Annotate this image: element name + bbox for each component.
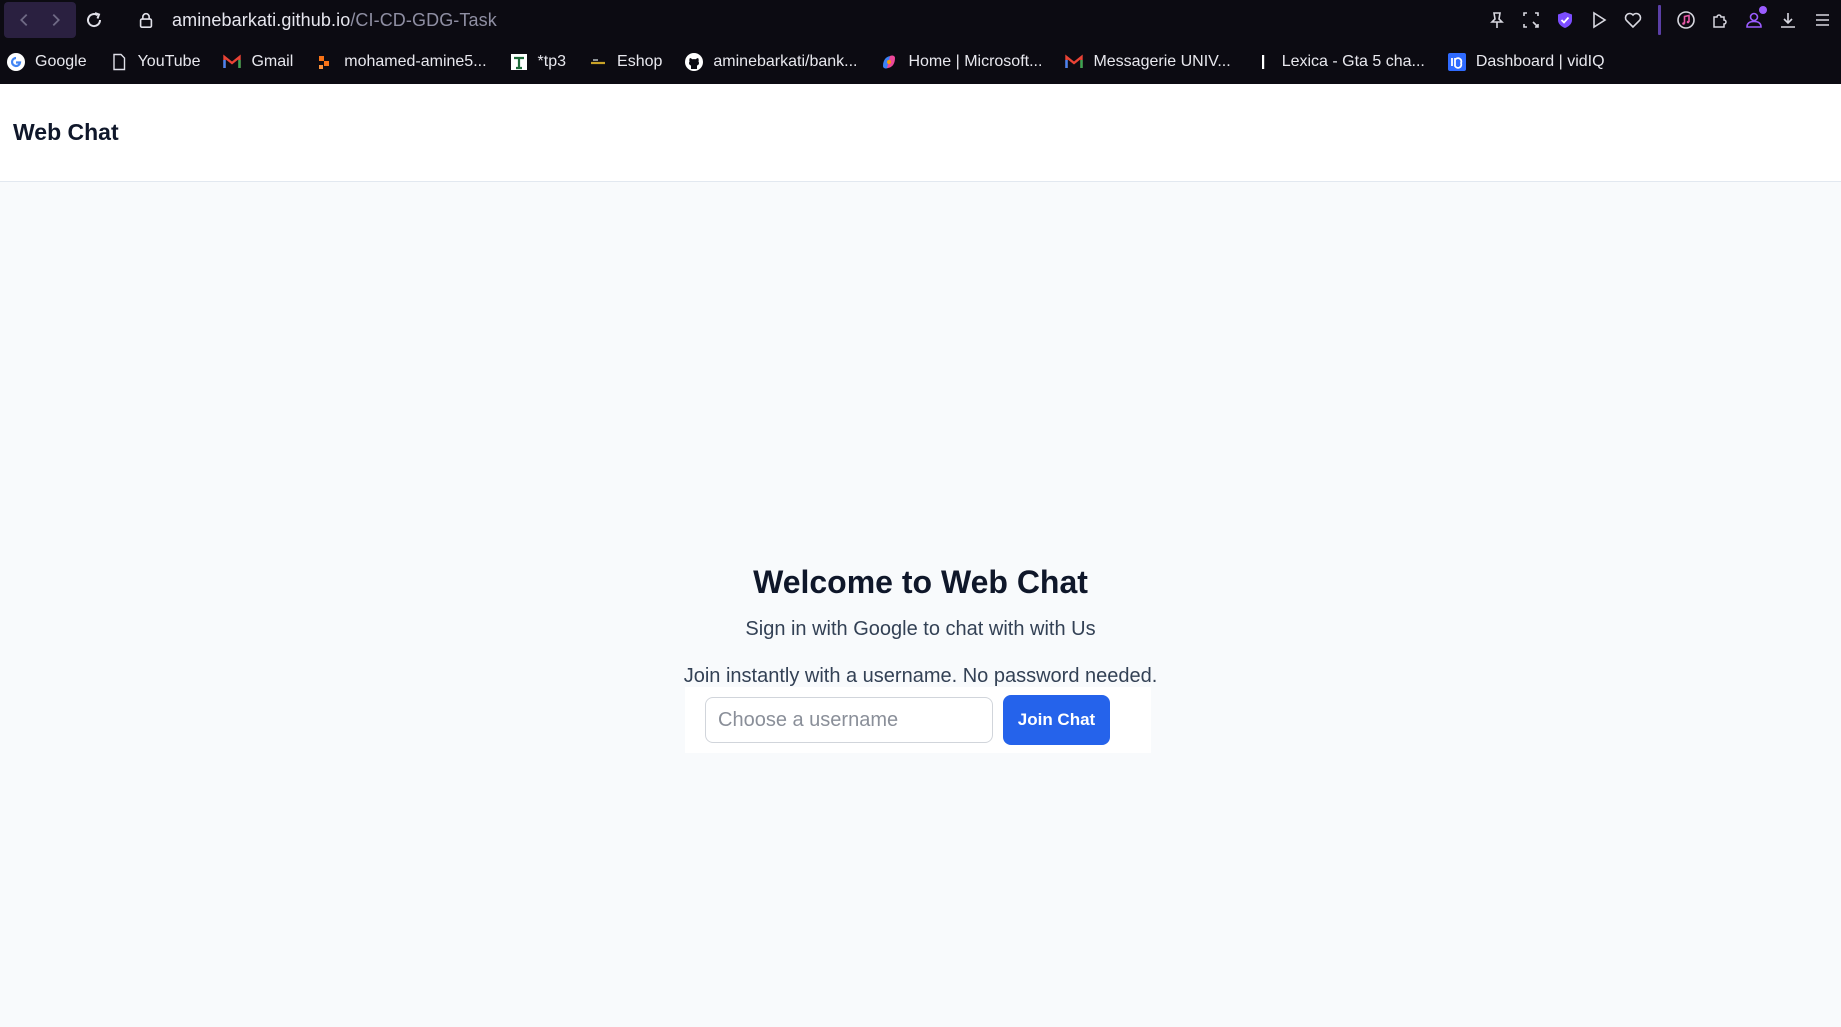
browser-chrome: aminebarkati.github.io/CI-CD-GDG-Task Go… xyxy=(0,0,1841,84)
pin-button[interactable] xyxy=(1484,6,1510,34)
back-button[interactable] xyxy=(10,6,38,34)
bookmark-label: Messagerie UNIV... xyxy=(1093,53,1231,70)
music-button[interactable] xyxy=(1673,6,1699,34)
puzzle-icon xyxy=(1713,14,1727,28)
site-info-button[interactable] xyxy=(132,6,160,34)
bookmark-gmail[interactable]: Gmail xyxy=(222,52,305,72)
download-icon xyxy=(1781,13,1795,28)
bookmark-label: Eshop xyxy=(617,53,663,70)
bookmark-github[interactable]: aminebarkati/bank... xyxy=(684,52,869,72)
copilot-icon xyxy=(879,52,899,72)
heart-icon xyxy=(1624,12,1642,29)
google-signin-text: Sign in with Google to chat with with Us xyxy=(745,618,1096,640)
welcome-section: Welcome to Web Chat Sign in with Google … xyxy=(0,558,1841,691)
join-chat-button[interactable]: Join Chat xyxy=(1003,695,1110,745)
app-header: Web Chat xyxy=(0,84,1841,182)
browser-toolbar: aminebarkati.github.io/CI-CD-GDG-Task xyxy=(0,0,1841,40)
music-icon xyxy=(1677,11,1695,29)
profile-button[interactable] xyxy=(1741,6,1767,34)
toolbar-separator xyxy=(1658,5,1661,35)
bookmark-messagerie[interactable]: Messagerie UNIV... xyxy=(1064,52,1242,72)
downloads-button[interactable] xyxy=(1775,6,1801,34)
bookmark-label: YouTube xyxy=(137,53,201,70)
bookmark-google[interactable]: Google xyxy=(6,52,99,72)
play-icon xyxy=(1593,11,1607,29)
gmail-icon xyxy=(222,52,242,72)
bookmark-vidiq[interactable]: Dashboard | vidIQ xyxy=(1447,52,1617,72)
tp3-icon xyxy=(509,52,529,72)
bookmark-label: Google xyxy=(35,53,87,70)
reload-icon xyxy=(87,12,102,28)
chevron-right-icon xyxy=(52,13,60,27)
bookmark-tp3[interactable]: *tp3 xyxy=(509,52,578,72)
bookmark-label: Dashboard | vidIQ xyxy=(1475,53,1605,70)
bookmark-label: *tp3 xyxy=(537,53,567,70)
bookmark-label: mohamed-amine5... xyxy=(344,53,487,70)
extensions-button[interactable] xyxy=(1707,6,1733,34)
toolbar-icons xyxy=(1484,4,1835,36)
bookmark-microsoft[interactable]: Home | Microsoft... xyxy=(879,52,1054,72)
screenshot-button[interactable] xyxy=(1518,6,1544,34)
bookmark-label: Home | Microsoft... xyxy=(908,53,1043,70)
notification-dot xyxy=(1759,6,1767,14)
vidiq-icon xyxy=(1447,52,1467,72)
welcome-title: Welcome to Web Chat xyxy=(753,564,1088,600)
main-content: Welcome to Web Chat Sign in with Google … xyxy=(0,182,1841,1027)
app-icon xyxy=(315,52,335,72)
pin-icon xyxy=(1490,12,1504,28)
shield-icon xyxy=(1558,12,1572,28)
page-icon xyxy=(109,52,129,72)
bookmark-youtube[interactable]: YouTube xyxy=(109,52,213,72)
reload-button[interactable] xyxy=(78,4,110,36)
url-host: aminebarkati.github.io xyxy=(172,9,351,30)
bookmark-eshop[interactable]: Eshop xyxy=(588,52,674,72)
play-button[interactable] xyxy=(1586,6,1612,34)
gmail-icon xyxy=(1064,52,1084,72)
bookmark-label: aminebarkati/bank... xyxy=(713,53,858,70)
bookmarks-bar: Google YouTube Gmail mohamed-amine5... *… xyxy=(0,40,1841,84)
app-brand: Web Chat xyxy=(13,119,119,145)
menu-icon xyxy=(1816,14,1829,26)
url-path: /CI-CD-GDG-Task xyxy=(350,9,497,30)
bookmark-label: Lexica - Gta 5 cha... xyxy=(1281,53,1425,70)
forward-button[interactable] xyxy=(42,6,70,34)
chevron-left-icon xyxy=(20,13,28,27)
lock-icon xyxy=(139,12,153,29)
join-form: Join Chat xyxy=(685,687,1151,753)
nav-buttons xyxy=(4,2,76,38)
bookmark-lexica[interactable]: Lexica - Gta 5 cha... xyxy=(1253,52,1437,72)
shield-extension-button[interactable] xyxy=(1552,6,1578,34)
menu-button[interactable] xyxy=(1809,6,1835,34)
bookmark-label: Gmail xyxy=(251,53,294,70)
address-bar[interactable]: aminebarkati.github.io/CI-CD-GDG-Task xyxy=(172,10,497,31)
lexica-icon xyxy=(1253,52,1273,72)
eshop-icon xyxy=(588,52,608,72)
google-icon xyxy=(6,52,26,72)
screenshot-icon xyxy=(1523,12,1539,28)
favorite-button[interactable] xyxy=(1620,6,1646,34)
bookmark-mohamed-amine[interactable]: mohamed-amine5... xyxy=(315,52,498,72)
github-icon xyxy=(684,52,704,72)
username-input[interactable] xyxy=(705,697,993,743)
